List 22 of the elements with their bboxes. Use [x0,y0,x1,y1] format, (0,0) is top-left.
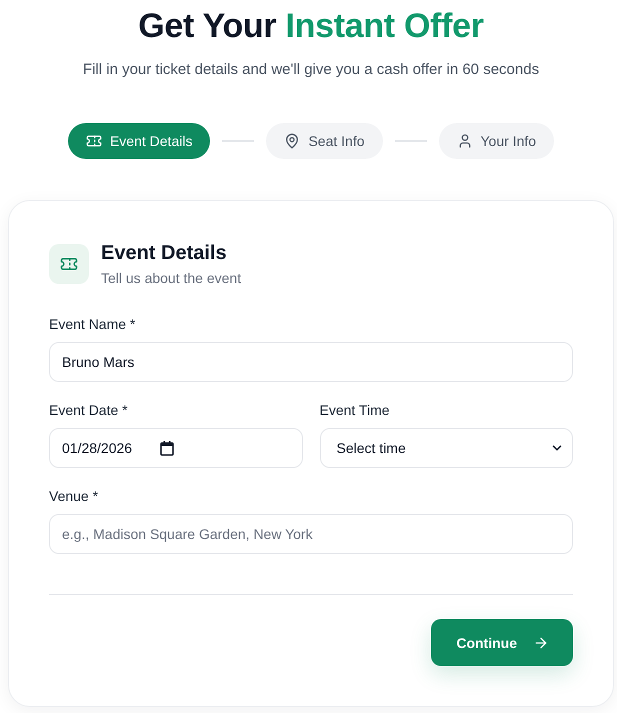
time-select[interactable]: Select time [320,428,573,468]
field-label: Event Name * [49,315,136,334]
page-title: Get Your Instant Offer [138,6,484,47]
ticket-icon [49,244,89,284]
field-label: Event Time [320,401,391,420]
arrow-right-icon [533,634,549,650]
field-label: Event Date * [49,401,129,420]
step-tab[interactable]: Seat Info [266,123,382,159]
section-subtitle: Tell us about the event [101,269,242,288]
person-icon [456,133,472,149]
text-input[interactable]: e.g., Madison Square Garden, New York [49,514,573,554]
date-field[interactable]: 01/28/2026 [49,428,302,468]
page-subtitle: Fill in your ticket details and we'll give you a cash offer in 60 seconds [82,60,540,80]
continue-button[interactable]: Continue [431,619,573,666]
section-title: Event Details [101,241,228,266]
calendar-icon[interactable] [160,440,174,456]
ticket-icon [86,133,102,149]
field-label: Venue * [49,487,100,506]
map-pin-icon [284,133,300,149]
text-input[interactable]: Bruno Mars [49,342,573,382]
step-tab[interactable]: Event Details [68,123,210,159]
step-tab[interactable]: Your Info [438,123,554,159]
